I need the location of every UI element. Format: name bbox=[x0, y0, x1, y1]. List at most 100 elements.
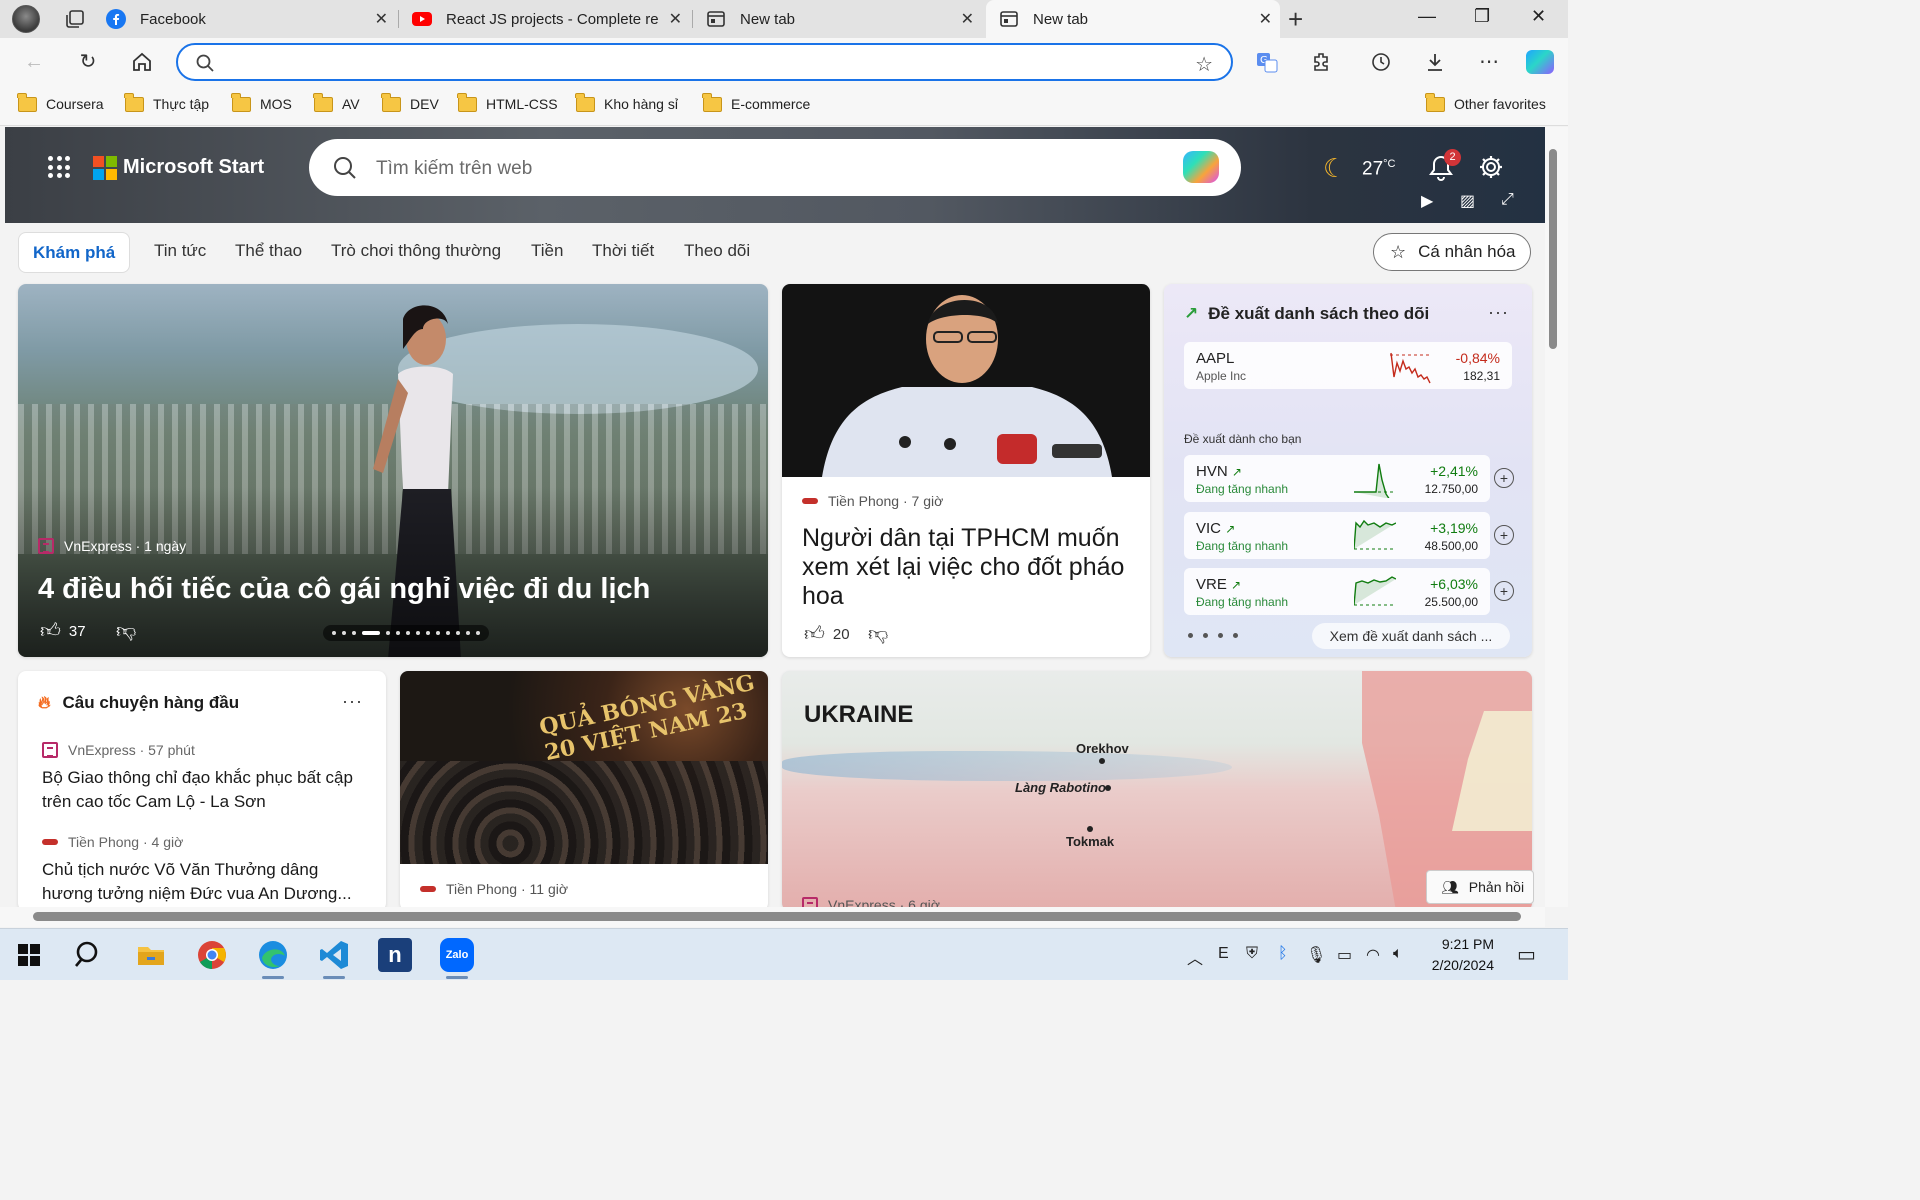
tab-tin-tuc[interactable]: Tin tức bbox=[154, 241, 206, 261]
input-method-icon[interactable]: Ε bbox=[1218, 945, 1229, 963]
back-icon[interactable]: ← bbox=[22, 50, 46, 74]
battery-icon[interactable]: ▭ bbox=[1337, 945, 1352, 965]
bookmark-av[interactable]: AV bbox=[313, 92, 360, 112]
taskbar-clock[interactable]: 9:21 PM 2/20/2024 bbox=[1424, 936, 1494, 973]
story-source[interactable]: VnExpress · 6 giờ bbox=[802, 897, 940, 907]
restore-icon[interactable]: ❐ bbox=[1474, 6, 1490, 27]
add-to-watchlist-button[interactable]: + bbox=[1494, 468, 1514, 488]
bookmark-kho-hang-si[interactable]: Kho hàng sỉ bbox=[575, 92, 678, 112]
carousel-dots[interactable] bbox=[323, 625, 489, 641]
tab-tro-choi[interactable]: Trò chơi thông thường bbox=[331, 241, 501, 261]
feedback-button[interactable]: 👥︎ Phản hồi bbox=[1426, 870, 1534, 904]
expand-icon[interactable]: ⤢ bbox=[1501, 191, 1514, 209]
bookmark-e-commerce[interactable]: E-commerce bbox=[702, 92, 810, 112]
vertical-scrollbar[interactable] bbox=[1545, 127, 1568, 907]
play-icon[interactable]: ▶ bbox=[1421, 191, 1433, 211]
window-close-icon[interactable]: ✕ bbox=[1531, 6, 1546, 27]
story-card-fireworks[interactable]: Tiền Phong · 7 giờ Người dân tại TPHCM m… bbox=[782, 284, 1150, 657]
notion-style-icon[interactable]: n bbox=[378, 938, 412, 972]
view-watchlist-button[interactable]: Xem đề xuất danh sách ... bbox=[1312, 623, 1510, 649]
main-story-title[interactable]: 4 điều hối tiếc của cô gái nghỉ việc đi … bbox=[38, 573, 650, 606]
bookmark-coursera[interactable]: Coursera bbox=[17, 92, 104, 112]
story-source[interactable]: Tiền Phong · 11 giờ bbox=[420, 881, 568, 897]
temperature[interactable]: 27°C bbox=[1362, 158, 1395, 180]
tab-tien[interactable]: Tiền bbox=[531, 241, 563, 261]
horizontal-scrollbar[interactable] bbox=[0, 907, 1545, 927]
settings-gear-icon[interactable] bbox=[1478, 154, 1504, 180]
stock-row-vic[interactable]: VIC ↗ Đang tăng nhanh +3,19% 48.500,00 bbox=[1184, 512, 1490, 559]
close-tab-icon[interactable]: ✕ bbox=[961, 9, 974, 29]
favorite-star-icon[interactable]: ☆ bbox=[1195, 52, 1213, 77]
story-source[interactable]: Tiền Phong · 4 giờ bbox=[42, 834, 183, 850]
add-to-watchlist-button[interactable]: + bbox=[1494, 581, 1514, 601]
app-launcher-icon[interactable] bbox=[48, 156, 70, 178]
stock-row-hvn[interactable]: HVN ↗ Đang tăng nhanh +2,41% 12.750,00 bbox=[1184, 455, 1490, 502]
main-story-card[interactable]: VnExpress · 1 ngày 4 điều hối tiếc của c… bbox=[18, 284, 768, 657]
copilot-icon[interactable] bbox=[1526, 50, 1554, 74]
like-button[interactable]: 👍︎ 20 bbox=[804, 622, 850, 646]
tab-thoi-tiet[interactable]: Thời tiết bbox=[592, 241, 654, 261]
bookmark-html-css[interactable]: HTML-CSS bbox=[457, 92, 558, 112]
history-icon[interactable] bbox=[1370, 51, 1392, 73]
watchlist-pager-dots[interactable] bbox=[1188, 633, 1238, 638]
extensions-icon[interactable] bbox=[1311, 51, 1333, 73]
profile-avatar[interactable] bbox=[12, 5, 40, 33]
story-source[interactable]: VnExpress · 1 ngày bbox=[38, 538, 186, 554]
top-story-headline[interactable]: Bộ Giao thông chỉ đạo khắc phục bất cập … bbox=[42, 766, 367, 814]
bluetooth-icon[interactable]: ᛒ bbox=[1278, 945, 1288, 963]
top-story-headline[interactable]: Chủ tịch nước Võ Văn Thưởng dâng hương t… bbox=[42, 858, 367, 906]
tab-actions-icon[interactable] bbox=[64, 8, 86, 30]
close-tab-icon[interactable]: ✕ bbox=[669, 9, 682, 29]
more-menu-icon[interactable]: ⋯ bbox=[1478, 51, 1500, 73]
security-shield-icon[interactable]: ⛨ bbox=[1246, 945, 1258, 963]
tab-new-tab[interactable]: New tab ✕ bbox=[706, 0, 982, 38]
address-input[interactable] bbox=[228, 51, 1128, 75]
volume-icon[interactable]: 🔈︎ bbox=[1393, 945, 1403, 963]
search-icon[interactable] bbox=[72, 938, 106, 972]
tab-kham-pha[interactable]: Khám phá bbox=[18, 232, 131, 273]
windows-start-icon[interactable] bbox=[12, 938, 46, 972]
bookmark-mos[interactable]: MOS bbox=[231, 92, 292, 112]
story-source[interactable]: Tiền Phong · 7 giờ bbox=[802, 493, 943, 509]
add-to-watchlist-button[interactable]: + bbox=[1494, 525, 1514, 545]
close-tab-icon[interactable]: ✕ bbox=[375, 9, 388, 29]
bookmark-dev[interactable]: DEV bbox=[381, 92, 439, 112]
translate-icon[interactable]: G bbox=[1256, 51, 1278, 73]
scrollbar-thumb[interactable] bbox=[1549, 149, 1557, 349]
close-tab-icon[interactable]: ✕ bbox=[1259, 9, 1272, 29]
tab-youtube[interactable]: React JS projects - Complete resp ✕ bbox=[412, 0, 690, 38]
stock-row-vre[interactable]: VRE ↗ Đang tăng nhanh +6,03% 25.500,00 bbox=[1184, 568, 1490, 615]
home-icon[interactable] bbox=[130, 50, 154, 74]
ukraine-map-card[interactable]: UKRAINE Orekhov Làng Rabotino Tokmak VnE… bbox=[782, 671, 1532, 907]
copilot-icon[interactable] bbox=[1183, 151, 1219, 183]
brand-name[interactable]: Microsoft Start bbox=[123, 156, 264, 179]
notification-center-icon[interactable]: ▭ bbox=[1517, 942, 1536, 967]
golden-ball-story-card[interactable]: QUẢ BÓNG VÀNG 20 VIỆT NAM 23 Tiền Phong … bbox=[400, 671, 768, 907]
vscode-taskbar-button[interactable] bbox=[317, 938, 351, 979]
scrollbar-thumb[interactable] bbox=[33, 912, 1521, 921]
file-explorer-icon[interactable] bbox=[134, 938, 168, 972]
edge-taskbar-button[interactable] bbox=[256, 938, 290, 979]
tab-new-tab-active[interactable]: New tab ✕ bbox=[986, 0, 1280, 38]
stock-row-aapl[interactable]: AAPL Apple Inc -0,84% 182,31 bbox=[1184, 342, 1512, 389]
more-options-icon[interactable]: ··· bbox=[342, 691, 363, 712]
more-options-icon[interactable]: ··· bbox=[1488, 302, 1509, 323]
other-favorites[interactable]: Other favorites bbox=[1425, 92, 1546, 112]
microphone-icon[interactable]: 🎙︎ bbox=[1306, 945, 1326, 965]
watchlist-header[interactable]: ↗ Đề xuất danh sách theo dõi bbox=[1184, 304, 1429, 324]
minimize-icon[interactable]: — bbox=[1418, 6, 1436, 27]
refresh-icon[interactable]: ↻ bbox=[76, 50, 100, 74]
web-search-box[interactable]: Tìm kiếm trên web bbox=[309, 139, 1241, 196]
zalo-taskbar-button[interactable]: Zalo bbox=[440, 938, 474, 979]
wifi-icon[interactable]: ◠ bbox=[1366, 945, 1380, 965]
image-info-icon[interactable]: ▨ bbox=[1460, 191, 1475, 211]
story-title[interactable]: Người dân tại TPHCM muốn xem xét lại việ… bbox=[802, 524, 1142, 611]
address-bar[interactable]: ☆ bbox=[176, 43, 1233, 81]
moon-weather-icon[interactable]: ☾ bbox=[1323, 153, 1346, 184]
new-tab-button[interactable]: + bbox=[1288, 4, 1303, 35]
dislike-button[interactable]: 👎︎ bbox=[868, 622, 896, 646]
personalize-button[interactable]: ☆ Cá nhân hóa bbox=[1373, 233, 1531, 271]
like-button[interactable]: 👍︎ 37 bbox=[40, 619, 86, 643]
show-hidden-icons[interactable]: ︿ bbox=[1187, 945, 1203, 969]
tab-the-thao[interactable]: Thể thao bbox=[235, 241, 302, 261]
